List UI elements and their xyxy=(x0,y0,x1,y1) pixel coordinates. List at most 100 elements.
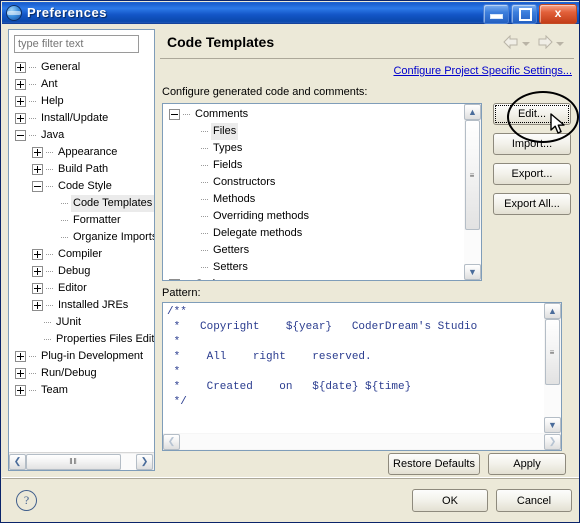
tree-item[interactable]: Organize Imports xyxy=(9,229,154,246)
tree-item[interactable]: Properties Files Edito xyxy=(9,331,154,348)
apply-button[interactable]: Apply xyxy=(488,453,566,475)
code-templates-list[interactable]: Comments Files Types Fields Constructors Meth… xyxy=(162,103,482,281)
cancel-button[interactable]: Cancel xyxy=(496,489,572,512)
tree-item-label: Compiler xyxy=(58,248,103,260)
collapse-icon[interactable] xyxy=(32,181,43,192)
tree-item[interactable]: Debug xyxy=(9,263,154,280)
tree-item[interactable]: General xyxy=(9,59,154,76)
code-templates-tree[interactable]: Comments Files Types Fields Constructors Meth… xyxy=(163,104,465,280)
expand-icon[interactable] xyxy=(32,266,43,277)
tree-item[interactable]: Setters xyxy=(163,259,465,276)
tree-item[interactable]: Compiler xyxy=(9,246,154,263)
expand-icon[interactable] xyxy=(32,300,43,311)
tree-item-label: Overriding methods xyxy=(213,210,309,222)
export-button[interactable]: Export... xyxy=(493,163,571,185)
list-vertical-scrollbar[interactable]: ▲ ≡ ▼ xyxy=(464,104,481,280)
tree-item[interactable]: Plug-in Development xyxy=(9,348,154,365)
scroll-right-button[interactable]: ❯ xyxy=(136,453,153,470)
pattern-box[interactable]: /** * Copyright ${year} CoderDream's Stu… xyxy=(162,302,562,451)
sidebar-horizontal-scrollbar[interactable]: ❮ ‖‖ ❯ xyxy=(9,452,154,470)
scroll-left-button[interactable]: ❮ xyxy=(9,453,26,470)
ok-button[interactable]: OK xyxy=(412,489,488,512)
tree-item[interactable]: Code Style xyxy=(9,178,154,195)
help-icon[interactable]: ? xyxy=(16,490,37,511)
tree-item-label: Delegate methods xyxy=(213,227,303,239)
tree-item[interactable]: Fields xyxy=(163,157,465,174)
tree-item[interactable]: Getters xyxy=(163,242,465,259)
tree-item[interactable]: Editor xyxy=(9,280,154,297)
forward-dropdown-icon[interactable] xyxy=(556,41,564,46)
tree-item-label: General xyxy=(41,61,81,73)
tree-item[interactable]: Run/Debug xyxy=(9,365,154,382)
expand-icon[interactable] xyxy=(15,62,26,73)
tree-item[interactable]: Delegate methods xyxy=(163,225,465,242)
scroll-up-button[interactable]: ▲ xyxy=(464,104,481,120)
tree-connector xyxy=(183,114,191,115)
tree-item[interactable]: Methods xyxy=(163,191,465,208)
scroll-up-button[interactable]: ▲ xyxy=(544,303,561,319)
tree-item[interactable]: JUnit xyxy=(9,314,154,331)
tree-item[interactable]: Java xyxy=(9,127,154,144)
minimize-icon xyxy=(490,14,503,19)
tree-item-label: Comments xyxy=(195,108,249,120)
collapse-icon[interactable] xyxy=(169,109,180,120)
scroll-thumb[interactable]: ≡ xyxy=(545,319,560,385)
scroll-thumb[interactable]: ‖‖ xyxy=(26,453,121,470)
scroll-thumb[interactable]: ≡ xyxy=(465,120,480,230)
expand-icon[interactable] xyxy=(15,96,26,107)
maximize-button[interactable] xyxy=(511,4,537,24)
expand-icon[interactable] xyxy=(32,283,43,294)
expand-icon[interactable] xyxy=(15,385,26,396)
expand-icon[interactable] xyxy=(32,249,43,260)
scroll-down-button[interactable]: ▼ xyxy=(464,264,481,280)
expand-icon[interactable] xyxy=(32,164,43,175)
import-button[interactable]: Import... xyxy=(493,133,571,155)
dialog-footer: ? OK Cancel xyxy=(2,477,579,522)
scroll-track[interactable] xyxy=(544,385,561,417)
tree-item[interactable]: Types xyxy=(163,140,465,157)
configure-project-specific-settings-link[interactable]: Configure Project Specific Settings... xyxy=(393,65,572,77)
expand-icon[interactable] xyxy=(15,113,26,124)
tree-item-label: Getters xyxy=(213,244,250,256)
tree-item[interactable]: Comments xyxy=(163,106,465,123)
expand-icon[interactable] xyxy=(15,368,26,379)
tree-item[interactable]: Installed JREs xyxy=(9,297,154,314)
tree-item[interactable]: Constructors xyxy=(163,174,465,191)
pattern-vertical-scrollbar[interactable]: ▲ ≡ ▼ xyxy=(544,303,561,433)
filter-input[interactable] xyxy=(14,35,139,53)
tree-item[interactable]: Help xyxy=(9,93,154,110)
expand-icon[interactable] xyxy=(15,79,26,90)
tree-item[interactable]: Team xyxy=(9,382,154,399)
back-arrow-icon[interactable] xyxy=(503,34,519,52)
scroll-track[interactable] xyxy=(464,230,481,264)
close-button[interactable]: x xyxy=(539,4,577,24)
tree-item[interactable]: Build Path xyxy=(9,161,154,178)
preferences-tree[interactable]: General Ant Help Install/Update Java Appearan… xyxy=(9,59,154,451)
scroll-track[interactable] xyxy=(180,434,544,449)
tree-item[interactable]: Ant xyxy=(9,76,154,93)
tree-item[interactable]: Code Templates xyxy=(9,195,154,212)
tree-item[interactable]: Formatter xyxy=(9,212,154,229)
export-all-button[interactable]: Export All... xyxy=(493,193,571,215)
expand-icon[interactable] xyxy=(169,279,180,280)
tree-item[interactable]: Code xyxy=(163,276,465,280)
expand-icon[interactable] xyxy=(15,351,26,362)
back-dropdown-icon[interactable] xyxy=(522,41,530,46)
scroll-left-button[interactable]: ❮ xyxy=(163,433,180,450)
tree-item[interactable]: Appearance xyxy=(9,144,154,161)
edit-button[interactable]: Edit... xyxy=(493,103,571,125)
tree-item[interactable]: Overriding methods xyxy=(163,208,465,225)
scroll-down-button[interactable]: ▼ xyxy=(544,417,561,433)
tree-item[interactable]: Install/Update xyxy=(9,110,154,127)
collapse-icon[interactable] xyxy=(15,130,26,141)
tree-item[interactable]: Files xyxy=(163,123,465,140)
scroll-track[interactable] xyxy=(121,453,136,470)
minimize-button[interactable] xyxy=(483,4,509,24)
restore-defaults-button[interactable]: Restore Defaults xyxy=(388,453,480,475)
expand-icon[interactable] xyxy=(32,147,43,158)
pattern-horizontal-scrollbar[interactable]: ❮ ❯ xyxy=(163,433,561,450)
scroll-right-button[interactable]: ❯ xyxy=(544,433,561,450)
footer-buttons: OK Cancel xyxy=(412,489,572,512)
forward-arrow-icon[interactable] xyxy=(537,34,553,52)
